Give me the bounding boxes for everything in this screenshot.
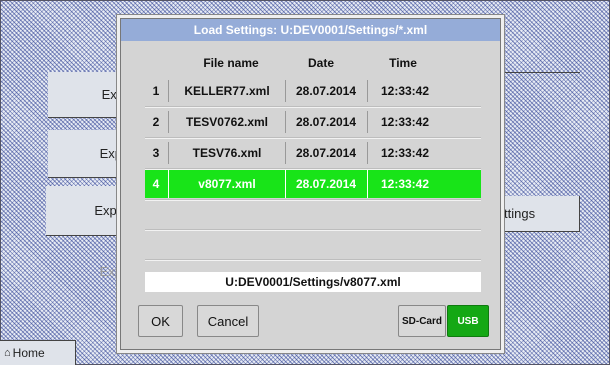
row-date: 28.07.2014 <box>295 84 357 98</box>
file-row-1[interactable]: 1 KELLER77.xml 28.07.2014 12:33:42 <box>145 77 481 105</box>
sd-card-button[interactable]: SD-Card <box>398 305 446 337</box>
row-index: 4 <box>152 177 160 191</box>
file-row-3[interactable]: 3 TESV76.xml 28.07.2014 12:33:42 <box>145 139 481 167</box>
row-date: 28.07.2014 <box>295 115 357 129</box>
background-export-label-2: Exp <box>99 146 122 161</box>
selected-path-field: U:DEV0001/Settings/v8077.xml <box>145 272 481 292</box>
column-header-date: Date <box>307 56 334 70</box>
column-header-time: Time <box>389 56 417 70</box>
row-file-name: KELLER77.xml <box>184 84 270 98</box>
background-export-button-4[interactable]: Exp <box>46 246 128 296</box>
background-settings-label: ttings <box>504 206 536 221</box>
column-header-file-name: File name <box>203 56 259 70</box>
background-export-label-4: Exp <box>99 263 122 279</box>
row-time: 12:33:42 <box>380 177 430 191</box>
background-settings-button[interactable]: ttings <box>496 196 580 232</box>
usb-button[interactable]: USB <box>447 305 489 337</box>
row-file-name: TESV0762.xml <box>185 115 269 129</box>
row-divider <box>145 260 481 261</box>
row-index: 3 <box>152 146 160 160</box>
row-divider <box>145 230 481 231</box>
home-icon: ⌂ <box>4 347 11 359</box>
background-export-button-1[interactable]: Exp <box>48 72 128 118</box>
row-time: 12:33:42 <box>380 84 430 98</box>
cancel-button[interactable]: Cancel <box>197 305 259 337</box>
file-row-2[interactable]: 2 TESV0762.xml 28.07.2014 12:33:42 <box>145 108 481 136</box>
home-button[interactable]: ⌂ Home <box>0 340 76 365</box>
background-export-button-3[interactable]: Expo <box>46 186 128 236</box>
background-divider-right <box>496 72 580 73</box>
home-label: Home <box>12 346 45 360</box>
row-date: 28.07.2014 <box>295 146 357 160</box>
row-time: 12:33:42 <box>380 146 430 160</box>
file-row-4-selected[interactable]: 4 v8077.xml 28.07.2014 12:33:42 <box>145 170 481 198</box>
load-settings-dialog: Load Settings: U:DEV0001/Settings/*.xml … <box>120 18 501 350</box>
background-export-button-2[interactable]: Exp <box>48 130 128 178</box>
row-divider <box>145 200 481 201</box>
row-index: 1 <box>152 84 160 98</box>
row-time: 12:33:42 <box>380 115 430 129</box>
row-date: 28.07.2014 <box>295 177 357 191</box>
dialog-title: Load Settings: U:DEV0001/Settings/*.xml <box>121 19 500 41</box>
row-file-name: v8077.xml <box>198 177 256 191</box>
row-file-name: TESV76.xml <box>192 146 262 160</box>
ok-button[interactable]: OK <box>138 305 183 337</box>
row-index: 2 <box>152 115 160 129</box>
